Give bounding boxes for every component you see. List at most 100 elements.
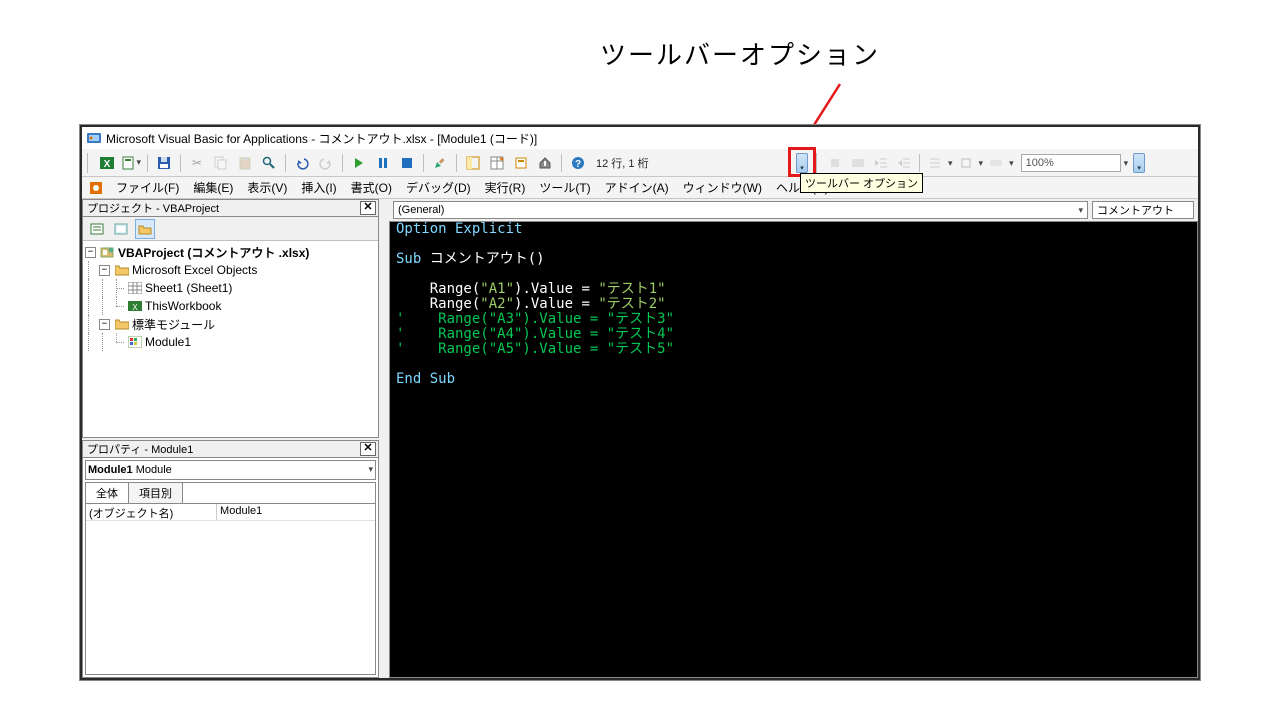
tree-folder-label: 標準モジュール bbox=[132, 316, 215, 333]
menu-debug[interactable]: デバッグ(D) bbox=[400, 177, 477, 198]
view-excel-button[interactable]: X bbox=[97, 153, 117, 173]
object-combo-value: (General) bbox=[398, 204, 444, 216]
undo-button[interactable] bbox=[292, 153, 312, 173]
chevron-down-icon[interactable]: ▾ bbox=[1009, 158, 1014, 169]
view-object-button[interactable] bbox=[111, 219, 131, 239]
toolbox-button[interactable] bbox=[535, 153, 555, 173]
object-combo[interactable]: (General) ▾ bbox=[393, 201, 1088, 219]
menu-insert[interactable]: 挿入(I) bbox=[295, 177, 342, 198]
view-code-button[interactable] bbox=[87, 219, 107, 239]
code-string: "テスト2" bbox=[598, 296, 665, 312]
toggle-folders-button[interactable] bbox=[135, 219, 155, 239]
menu-window[interactable]: ウィンドウ(W) bbox=[677, 177, 768, 198]
run-button[interactable] bbox=[349, 153, 369, 173]
chevron-down-icon: ▾ bbox=[1078, 205, 1083, 216]
project-panel-header: プロジェクト - VBAProject ✕ bbox=[82, 199, 379, 217]
code-string: "テスト1" bbox=[598, 281, 665, 297]
menu-tools[interactable]: ツール(T) bbox=[533, 177, 596, 198]
chevron-down-icon[interactable]: ▾ bbox=[948, 158, 953, 169]
main-toolbar: X ▾ ✂ ? 12 行, 1 桁 ▾ bbox=[82, 149, 1198, 177]
object-browser-button[interactable] bbox=[511, 153, 531, 173]
design-mode-button[interactable] bbox=[430, 153, 450, 173]
find-button[interactable] bbox=[259, 153, 279, 173]
vertical-splitter[interactable] bbox=[379, 199, 389, 678]
properties-grid[interactable]: (オブジェクト名) Module1 bbox=[85, 503, 376, 676]
properties-panel-body: Module1 Module ▾ 全体 項目別 (オブジェクト名) Module… bbox=[82, 458, 379, 679]
project-explorer-button[interactable] bbox=[463, 153, 483, 173]
app-window: Microsoft Visual Basic for Applications … bbox=[80, 125, 1200, 680]
tree-project-root[interactable]: − VBAProject (コメントアウト .xlsx) bbox=[83, 243, 378, 261]
svg-text:X: X bbox=[132, 303, 138, 312]
code-text: Range( bbox=[396, 296, 480, 312]
vba-app-icon bbox=[86, 130, 102, 146]
menu-file[interactable]: ファイル(F) bbox=[110, 177, 185, 198]
annotation-label: ツールバーオプション bbox=[600, 35, 880, 72]
pause-button[interactable] bbox=[373, 153, 393, 173]
toolbar-grip-icon[interactable] bbox=[815, 153, 820, 173]
close-button[interactable]: ✕ bbox=[360, 442, 376, 456]
worksheet-icon bbox=[127, 281, 143, 295]
tree-excel-objects[interactable]: − Microsoft Excel Objects bbox=[83, 261, 378, 279]
edit-btn-2[interactable] bbox=[848, 153, 868, 173]
edit-btn-5[interactable] bbox=[925, 153, 945, 173]
menu-edit[interactable]: 編集(E) bbox=[187, 177, 239, 198]
indent-button[interactable] bbox=[894, 153, 914, 173]
toolbar-separator bbox=[342, 154, 343, 172]
collapse-icon[interactable]: − bbox=[85, 247, 96, 258]
property-row[interactable]: (オブジェクト名) Module1 bbox=[86, 504, 375, 521]
menubar-icon[interactable] bbox=[86, 178, 106, 198]
kw: End Sub bbox=[396, 371, 455, 387]
insert-dropdown-button[interactable]: ▾ bbox=[121, 153, 141, 173]
tree-folder-label: Microsoft Excel Objects bbox=[132, 263, 257, 277]
toolbar-separator bbox=[147, 154, 148, 172]
close-button[interactable]: ✕ bbox=[360, 201, 376, 215]
cut-button[interactable]: ✂ bbox=[187, 153, 207, 173]
tree-sheet1[interactable]: Sheet1 (Sheet1) bbox=[83, 279, 378, 297]
tree-module1[interactable]: Module1 bbox=[83, 333, 378, 351]
edit-btn-6[interactable] bbox=[956, 153, 976, 173]
prop-combo-type: Module bbox=[136, 464, 172, 476]
menu-run[interactable]: 実行(R) bbox=[479, 177, 532, 198]
properties-panel-header: プロパティ - Module1 ✕ bbox=[82, 440, 379, 458]
svg-text:?: ? bbox=[575, 159, 581, 170]
menu-addins[interactable]: アドイン(A) bbox=[599, 177, 675, 198]
code-editor[interactable]: Option Explicit Sub コメントアウト() Range("A1"… bbox=[389, 221, 1198, 678]
chevron-down-icon[interactable]: ▾ bbox=[979, 158, 984, 169]
menu-format[interactable]: 書式(O) bbox=[345, 177, 398, 198]
properties-window-button[interactable] bbox=[487, 153, 507, 173]
zoom-combo[interactable] bbox=[1021, 154, 1121, 172]
outdent-button[interactable] bbox=[871, 153, 891, 173]
paste-button[interactable] bbox=[235, 153, 255, 173]
tab-categorized[interactable]: 項目別 bbox=[129, 483, 183, 503]
redo-button[interactable] bbox=[316, 153, 336, 173]
property-value[interactable]: Module1 bbox=[216, 504, 375, 520]
tree-thisworkbook[interactable]: X ThisWorkbook bbox=[83, 297, 378, 315]
project-tree[interactable]: − VBAProject (コメントアウト .xlsx) − Microsoft… bbox=[83, 241, 378, 353]
copy-button[interactable] bbox=[211, 153, 231, 173]
stop-button[interactable] bbox=[397, 153, 417, 173]
toolbar-grip-icon[interactable] bbox=[86, 153, 91, 173]
chevron-down-icon[interactable]: ▾ bbox=[1124, 158, 1129, 169]
help-button[interactable]: ? bbox=[568, 153, 588, 173]
module-icon bbox=[127, 335, 143, 349]
edit-btn-7[interactable] bbox=[986, 153, 1006, 173]
folder-icon bbox=[114, 263, 130, 277]
menu-view[interactable]: 表示(V) bbox=[241, 177, 293, 198]
collapse-icon[interactable]: − bbox=[99, 265, 110, 276]
prop-combo-name: Module1 bbox=[88, 464, 133, 476]
edit-btn-1[interactable] bbox=[825, 153, 845, 173]
collapse-icon[interactable]: − bbox=[99, 319, 110, 330]
tab-all[interactable]: 全体 bbox=[86, 483, 129, 503]
toolbar-options-button[interactable]: ▾ bbox=[796, 153, 808, 173]
toolbar-separator bbox=[561, 154, 562, 172]
tree-std-modules[interactable]: − 標準モジュール bbox=[83, 315, 378, 333]
save-button[interactable] bbox=[154, 153, 174, 173]
cursor-position-text: 12 行, 1 桁 bbox=[592, 155, 653, 171]
folder-icon bbox=[114, 317, 130, 331]
code-text: ).Value = bbox=[514, 281, 598, 297]
properties-object-combo[interactable]: Module1 Module ▾ bbox=[85, 460, 376, 480]
tree-item-label: Module1 bbox=[145, 335, 191, 349]
procedure-combo[interactable]: コメントアウト bbox=[1092, 201, 1194, 219]
project-panel-body: − VBAProject (コメントアウト .xlsx) − Microsoft… bbox=[82, 217, 379, 438]
toolbar-options-button-2[interactable]: ▾ bbox=[1133, 153, 1145, 173]
